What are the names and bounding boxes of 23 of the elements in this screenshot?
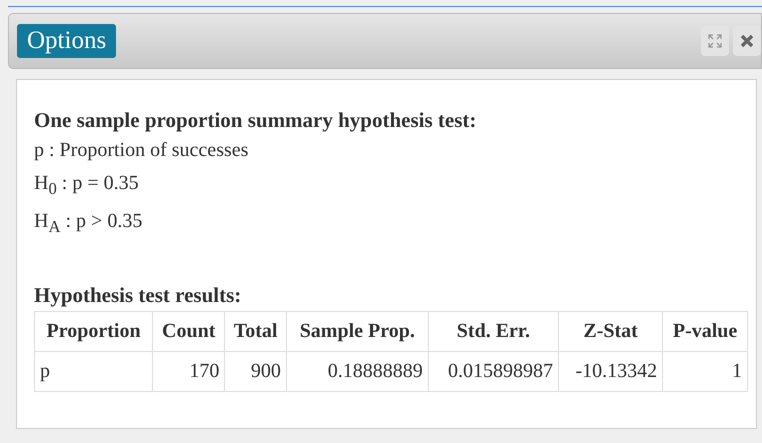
- table-cell: p: [34, 352, 153, 392]
- table-cell: -10.13342: [558, 352, 663, 392]
- hypothesis-line: H$_{0}$ : p = 0.35: [34, 171, 140, 200]
- column-header: Sample Prop.: [286, 312, 428, 352]
- hypothesis-line: p : Proportion of successes: [34, 138, 250, 163]
- table-cell: 170: [152, 352, 225, 392]
- column-header: Count: [152, 312, 225, 352]
- close-button[interactable]: [733, 26, 761, 56]
- options-title: Options: [17, 24, 116, 58]
- close-icon: [740, 34, 754, 48]
- table-cell: 0.18888889: [286, 352, 428, 392]
- results-heading: Hypothesis test results:: [34, 282, 242, 309]
- table-cell: 0.015898987: [428, 352, 559, 392]
- expand-icon: [708, 34, 722, 48]
- column-header: Proportion: [34, 312, 153, 352]
- hypothesis-line: H$_{A}$ : p > 0.35: [34, 209, 144, 238]
- table-cell: 900: [224, 352, 286, 392]
- summary-heading: One sample proportion summary hypothesis test:: [34, 107, 478, 134]
- column-header: P-value: [662, 312, 748, 352]
- column-header: Total: [224, 312, 286, 352]
- table-cell: 1: [662, 352, 748, 392]
- column-header: Z-Stat: [558, 312, 663, 352]
- column-header: Std. Err.: [428, 312, 559, 352]
